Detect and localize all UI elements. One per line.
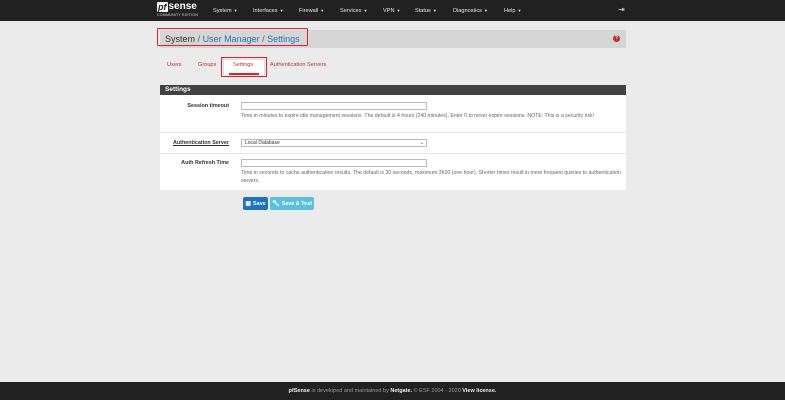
- nav-firewall[interactable]: Firewall ▼: [299, 8, 324, 14]
- footer-text: is developed and maintained by: [309, 388, 391, 394]
- caret-down-icon: ▼: [363, 8, 368, 13]
- auth-refresh-label: Auth Refresh Time: [181, 160, 229, 166]
- settings-panel: Settings Session timeout Time in minutes…: [160, 85, 626, 190]
- tab-groups[interactable]: Groups: [198, 62, 216, 68]
- caret-down-icon: ▼: [233, 8, 238, 13]
- caret-down-icon: ▼: [279, 8, 284, 13]
- auth-server-select[interactable]: Local Database ⌄: [241, 139, 427, 147]
- wrench-icon: 🔧︎: [272, 201, 280, 207]
- nav-services[interactable]: Services ▼: [340, 8, 367, 14]
- auth-refresh-input[interactable]: [241, 159, 427, 167]
- auth-server-label: Authentication Server: [172, 140, 229, 146]
- auth-server-row: Authentication Server Local Database ⌄: [160, 133, 626, 154]
- nav-interfaces[interactable]: Interfaces ▼: [253, 8, 284, 14]
- auth-refresh-help: Time in seconds to cache authentication …: [241, 170, 621, 184]
- session-timeout-row: Session timeout Time in minutes to expir…: [160, 95, 626, 133]
- footer: pfSense is developed and maintained by N…: [0, 382, 785, 400]
- caret-down-icon: ▼: [483, 8, 488, 13]
- session-timeout-help: Time in minutes to expire idle managemen…: [241, 113, 595, 119]
- panel-heading: Settings: [160, 85, 626, 95]
- logo-pf-text: pf: [157, 2, 168, 12]
- caret-down-icon: ▼: [517, 8, 522, 13]
- tab-users[interactable]: Users: [167, 62, 182, 68]
- session-timeout-input[interactable]: [241, 102, 427, 110]
- nav-vpn[interactable]: VPN ▼: [383, 8, 400, 14]
- nav-system[interactable]: System ▼: [213, 8, 238, 14]
- pfsense-logo[interactable]: pf sense COMMUNITY EDITION: [157, 2, 198, 19]
- save-and-test-button[interactable]: 🔧︎ Save & Test: [270, 197, 314, 210]
- breadcrumb-highlight-box: [157, 28, 308, 46]
- save-and-test-label: Save & Test: [281, 200, 312, 207]
- question-circle-icon[interactable]: ?: [613, 35, 620, 42]
- footer-company-link[interactable]: Netgate.: [390, 388, 412, 394]
- footer-license-link[interactable]: View license.: [462, 388, 496, 394]
- auth-refresh-row: Auth Refresh Time Time in seconds to cac…: [160, 154, 626, 190]
- save-icon: ▣: [245, 201, 252, 207]
- tab-authentication-servers[interactable]: Authentication Servers: [270, 62, 326, 68]
- chevron-down-icon: ⌄: [419, 140, 424, 146]
- nav-help[interactable]: Help ▼: [504, 8, 521, 14]
- footer-brand: pfSense: [288, 388, 310, 394]
- tab-highlight-underline: [229, 73, 259, 75]
- logo-sense-text: sense: [168, 1, 197, 12]
- caret-down-icon: ▼: [320, 8, 325, 13]
- auth-server-selected: Local Database: [245, 140, 280, 146]
- nav-diagnostics[interactable]: Diagnostics ▼: [453, 8, 488, 14]
- caret-down-icon: ▼: [396, 8, 401, 13]
- save-button-label: Save: [253, 200, 266, 207]
- logo-edition: COMMUNITY EDITION: [157, 13, 199, 17]
- top-navbar: pf sense COMMUNITY EDITION System ▼ Inter…: [0, 0, 785, 21]
- sign-out-icon[interactable]: ⇥: [618, 5, 625, 15]
- panel-title: Settings: [165, 86, 191, 93]
- footer-copyright: © ESF 2004 - 2020: [412, 388, 463, 394]
- caret-down-icon: ▼: [432, 8, 437, 13]
- save-button[interactable]: ▣ Save: [243, 197, 268, 210]
- session-timeout-label: Session timeout: [187, 103, 229, 109]
- nav-status[interactable]: Status ▼: [415, 8, 437, 14]
